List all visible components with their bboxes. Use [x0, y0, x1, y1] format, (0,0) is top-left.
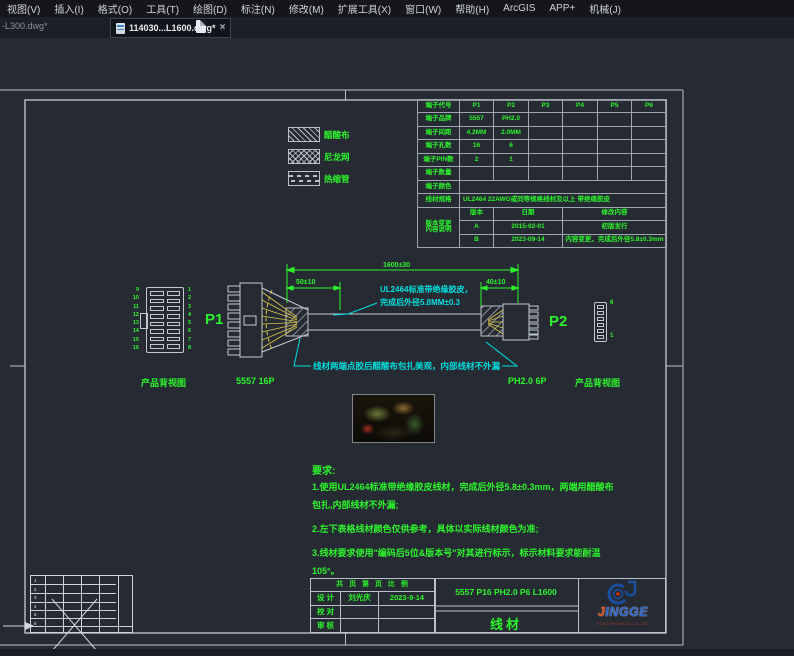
title-block-left-table: 共 页 第 页 比 例 设 计 刘光庆 2023-9-14 校 对 审 核 [310, 578, 436, 633]
legend-swatch-nylon-mesh [288, 149, 320, 164]
wire-table-pin-column: 1 2 3 4 5 6 [34, 577, 37, 629]
p1-pin-numbers-left: 9 10 11 12 13 14 15 16 [127, 286, 139, 352]
p2-designator: P2 [549, 313, 567, 330]
logo-tagline: ELECTRONICS CO.,LTD [580, 621, 666, 626]
requirements-title: 要求: [312, 462, 335, 477]
design-label: 设 计 [311, 591, 341, 605]
menu-help[interactable]: 帮助(H) [448, 1, 496, 16]
menu-arcgis[interactable]: ArcGIS [496, 3, 542, 14]
p2-view-label: 产品背视图 [575, 376, 620, 389]
title-block-divider-2 [578, 578, 579, 633]
menu-express-tools[interactable]: 扩展工具(X) [331, 1, 398, 16]
menu-format[interactable]: 格式(O) [91, 1, 139, 16]
terminal-spec-table: 端子代号P1P2P3P4P5P6 端子品牌5557PH2.0 端子间距4.2MM… [417, 99, 667, 248]
menu-window[interactable]: 窗口(W) [398, 1, 448, 16]
jingge-logo-text: JINGGE [580, 605, 666, 619]
requirement-line-5: 105°。 [312, 564, 340, 577]
table-row: 端子品牌5557PH2.0 [418, 113, 667, 126]
p1-pin-numbers-right: 1 2 3 4 5 6 7 8 [188, 286, 191, 352]
check-label: 校 对 [311, 605, 341, 619]
tab-active-l1600[interactable]: 114030...L1600.dwg* × [110, 18, 231, 38]
menu-view[interactable]: 视图(V) [0, 1, 47, 16]
requirement-line-4: 3.线材要求使用"编码后5位&版本号"对其进行标示，标示材料要求能耐温 [312, 546, 601, 559]
legend-label-nylon-mesh: 尼龙网 [324, 151, 350, 163]
dim-total-length: 1600±30 [383, 262, 410, 269]
menu-bar: 视图(V) 插入(I) 格式(O) 工具(T) 绘图(D) 标注(N) 修改(M… [0, 0, 794, 17]
table-row: 端子颜色 [418, 180, 667, 193]
p2-connector-label: PH2.0 6P [508, 376, 547, 386]
part-name: 线材 [434, 614, 578, 633]
p1-connector-label: 5557 16P [236, 376, 275, 386]
requirement-line-2: 包扎,内部线材不外漏; [312, 498, 399, 511]
tab-inactive-l300[interactable]: -L300.dwg* [2, 21, 48, 31]
legend-label-acetate: 醋酸布 [324, 129, 350, 141]
table-row: 端子代号P1P2P3P4P5P6 [418, 100, 667, 113]
menu-insert[interactable]: 插入(I) [47, 1, 90, 16]
p2-connector-front-view [594, 302, 607, 342]
menu-draw[interactable]: 绘图(D) [186, 1, 234, 16]
menu-mechanical[interactable]: 机械(J) [582, 1, 628, 16]
document-tab-bar: -L300.dwg* 114030...L1600.dwg* × [0, 17, 794, 38]
requirement-line-3: 2.左下表格线材颜色仅供参考，具体以实际线材颜色为准; [312, 522, 539, 535]
p1-latch [140, 313, 148, 329]
p2-pin-top: 6 [610, 300, 613, 306]
designer-name: 刘光庆 [341, 591, 379, 605]
cad-application-window: 视图(V) 插入(I) 格式(O) 工具(T) 绘图(D) 标注(N) 修改(M… [0, 0, 794, 656]
wire-color-table: 1 2 3 4 5 6 [30, 575, 133, 633]
menu-modify[interactable]: 修改(M) [282, 1, 331, 16]
reference-photo [352, 394, 435, 443]
table-row: 端子PIN数21 [418, 153, 667, 166]
table-row: 端子数量 [418, 167, 667, 180]
p1-connector-front-view [146, 287, 184, 353]
dim-right-wrap: 40±10 [486, 279, 505, 286]
jingge-logo-mark [605, 580, 639, 606]
canvas-bottom-strip [0, 649, 794, 656]
menu-app-plus[interactable]: APP+ [542, 3, 582, 14]
dwg-file-icon [116, 23, 125, 34]
menu-tools[interactable]: 工具(T) [139, 1, 186, 16]
table-row: 端子间距4.2MM2.0MM [418, 126, 667, 139]
new-document-icon[interactable] [196, 20, 206, 33]
p1-view-label: 产品背视图 [141, 376, 186, 389]
audit-label: 审 核 [311, 619, 341, 633]
table-row: 线材规格UL2464 22AWG或同等规格线材及以上 带绝缘胶皮 [418, 194, 667, 207]
p1-designator: P1 [205, 311, 223, 328]
note-cable-spec: UL2464标准带绝缘胶皮， 完成后外径5.8MM±0.3 [380, 283, 472, 309]
requirement-line-1: 1.使用UL2464标准带绝缘胶皮线材，完成后外径5.8±0.3mm，两端用醋酸… [312, 480, 614, 493]
note-wrap-ends: 线材两端点胶后醋酸布包扎美观，内部线材不外漏 [313, 360, 500, 372]
part-number: 5557 P16 PH2.0 P6 L1600 [434, 587, 578, 597]
menu-dimension[interactable]: 标注(N) [234, 1, 282, 16]
design-date: 2023-9-14 [379, 591, 436, 605]
legend-label-heatshrink: 热缩管 [324, 173, 350, 185]
tab-close-icon[interactable]: × [220, 23, 226, 33]
pages-scale-row: 共 页 第 页 比 例 [311, 579, 436, 592]
legend-swatch-acetate [288, 127, 320, 142]
logo-letters-ingge: INGGE [605, 605, 648, 619]
table-row-revision-header: 版本变更 内容说明 版本 日期 修改内容 [418, 207, 667, 220]
dim-left-wrap: 50±10 [296, 279, 315, 286]
table-row: 端子孔数166 [418, 140, 667, 153]
p2-pin-bottom: 1 [610, 333, 613, 339]
legend-swatch-heatshrink [288, 171, 320, 186]
